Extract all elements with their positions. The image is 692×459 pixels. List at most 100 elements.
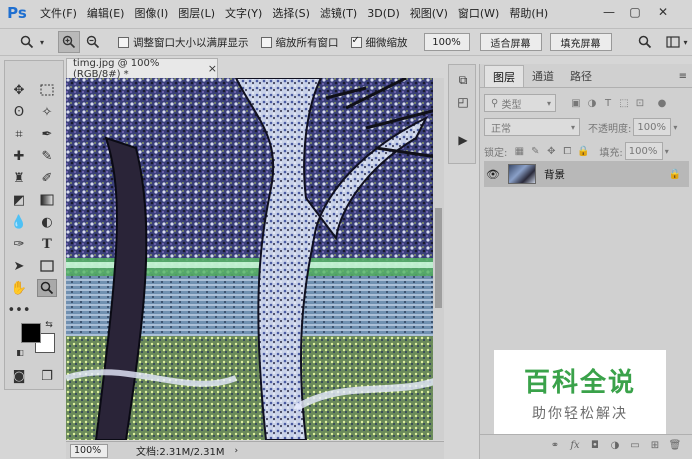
lock-artboard-icon[interactable]: ⧠	[559, 143, 575, 159]
default-colors-icon[interactable]: ◧	[15, 347, 25, 357]
magic-wand-icon[interactable]: ✧	[37, 103, 57, 121]
menu-edit[interactable]: 编辑(E)	[87, 5, 125, 21]
fit-screen-button[interactable]: 适合屏幕	[479, 33, 542, 51]
play-actions-icon[interactable]: ▶	[454, 131, 472, 149]
new-group-icon[interactable]: ▭	[625, 440, 645, 451]
more-tools-icon[interactable]: •••	[8, 301, 31, 319]
resize-windows-checkbox[interactable]	[118, 36, 130, 48]
dodge-icon[interactable]: ◐	[37, 213, 57, 231]
tab-paths[interactable]: 路径	[562, 65, 600, 87]
new-layer-icon[interactable]: ⊞	[645, 440, 665, 451]
gradient-icon[interactable]	[37, 191, 57, 209]
layer-row-background[interactable]: 👁 背景 🔒	[484, 161, 689, 187]
link-layers-icon[interactable]: ⚭	[545, 440, 565, 451]
minimize-button[interactable]: —	[598, 3, 620, 21]
fill-screen-button[interactable]: 填充屏幕	[549, 33, 612, 51]
crop-icon[interactable]: ⌗	[9, 125, 29, 143]
marquee-icon[interactable]	[37, 81, 57, 99]
lock-position-icon[interactable]: ✥	[543, 143, 559, 159]
canvas-image	[66, 78, 444, 440]
chevron-down-icon[interactable]: ▾	[40, 38, 44, 47]
vertical-scrollbar[interactable]	[433, 78, 444, 440]
menu-file[interactable]: 文件(F)	[40, 5, 77, 21]
scrollbar-thumb[interactable]	[435, 208, 442, 308]
blend-row: 正常 ▾ 不透明度: 100% ▾	[484, 118, 689, 136]
filter-kind-select[interactable]: ⚲ 类型 ▾	[484, 94, 556, 112]
fx-icon[interactable]: fx	[565, 440, 585, 451]
filter-pixel-icon[interactable]: ▣	[568, 95, 584, 111]
lock-label: 锁定:	[484, 147, 508, 159]
swap-colors-icon[interactable]: ⇆	[43, 319, 55, 331]
document-tab[interactable]: timg.jpg @ 100%(RGB/8#) * ×	[66, 58, 218, 80]
add-mask-icon[interactable]: ◘	[585, 440, 605, 451]
lock-all-icon[interactable]: 🔒	[575, 143, 591, 159]
zoom-all-checkbox[interactable]	[260, 36, 272, 48]
zoom-out-icon[interactable]	[82, 31, 104, 53]
blend-mode-value: 正常	[491, 123, 511, 135]
menu-view[interactable]: 视图(V)	[410, 5, 448, 21]
filter-adjustment-icon[interactable]: ◑	[584, 95, 600, 111]
healing-icon[interactable]: ✚	[9, 147, 29, 165]
restore-button[interactable]: ▢	[624, 3, 646, 21]
blend-mode-select[interactable]: 正常 ▾	[484, 118, 580, 136]
menu-select[interactable]: 选择(S)	[272, 5, 310, 21]
fill-field[interactable]: 100%	[624, 142, 663, 160]
panel-menu-icon[interactable]: ≡	[679, 71, 687, 82]
close-button[interactable]: ✕	[652, 3, 674, 21]
filter-type-icon[interactable]: T	[600, 95, 616, 111]
fill-chevron-icon[interactable]: ▾	[665, 147, 669, 156]
history-brush-icon[interactable]: ✐	[37, 169, 57, 187]
resize-windows-label: 调整窗口大小以满屏显示	[133, 36, 249, 49]
menu-window[interactable]: 窗口(W)	[458, 5, 499, 21]
tab-layers[interactable]: 图层	[484, 65, 524, 87]
opacity-field[interactable]: 100%	[633, 118, 672, 136]
eraser-icon[interactable]: ◩	[9, 191, 29, 209]
history-panel-icon[interactable]: ⧉	[454, 71, 472, 89]
canvas[interactable]	[66, 78, 444, 440]
delete-layer-icon[interactable]: 🗑	[665, 440, 685, 451]
menu-image[interactable]: 图像(I)	[134, 5, 168, 21]
opacity-chevron-icon[interactable]: ▾	[673, 123, 677, 132]
lasso-icon[interactable]: ʘ	[9, 103, 29, 121]
search-icon[interactable]	[634, 31, 656, 53]
eye-icon[interactable]: 👁	[484, 168, 502, 181]
zoom-value-field[interactable]: 100%	[423, 33, 470, 51]
screen-mode-icon[interactable]: ❐	[37, 367, 57, 385]
hand-icon[interactable]: ✋	[9, 279, 29, 297]
filter-smart-icon[interactable]: ⊡	[632, 95, 648, 111]
foreground-color-swatch[interactable]	[21, 323, 41, 343]
close-icon[interactable]: ×	[208, 62, 217, 75]
tools-panel: ✥ ʘ ✧ ⌗ ✒ ✚ ✎ ♜ ✐ ◩ 💧 ◐ ✑ T ➤ ✋ ••• ⇆ ◧ …	[4, 60, 64, 390]
lock-pixels-icon[interactable]: ✎	[527, 143, 543, 159]
stamp-icon[interactable]: ♜	[9, 169, 29, 187]
quick-mask-icon[interactable]: ◙	[9, 367, 29, 385]
eyedropper-icon[interactable]: ✒	[37, 125, 57, 143]
tab-channels[interactable]: 通道	[524, 65, 562, 87]
zoom-tool-preset-icon[interactable]	[16, 31, 38, 53]
filter-toggle-icon[interactable]: ●	[654, 95, 670, 111]
brush-icon[interactable]: ✎	[37, 147, 57, 165]
menu-layer[interactable]: 图层(L)	[178, 5, 215, 21]
path-select-icon[interactable]: ➤	[9, 257, 29, 275]
new-adjustment-icon[interactable]: ◑	[605, 440, 625, 451]
zoom-icon[interactable]	[37, 279, 57, 297]
status-zoom-field[interactable]: 100%	[70, 443, 108, 458]
blur-icon[interactable]: 💧	[9, 213, 29, 231]
menu-type[interactable]: 文字(Y)	[225, 5, 262, 21]
workspace-chevron-icon[interactable]: ▾	[684, 38, 688, 47]
menu-filter[interactable]: 滤镜(T)	[320, 5, 357, 21]
status-arrow-icon[interactable]: ›	[235, 446, 239, 456]
lock-icon: 🔒	[668, 168, 681, 180]
zoom-in-icon[interactable]	[58, 31, 81, 53]
lock-transparent-icon[interactable]: ▦	[511, 143, 527, 159]
menu-help[interactable]: 帮助(H)	[509, 5, 548, 21]
move-icon[interactable]: ✥	[9, 81, 29, 99]
scrubby-zoom-checkbox[interactable]	[350, 35, 362, 48]
rectangle-icon[interactable]	[37, 257, 57, 275]
filter-shape-icon[interactable]: ⬚	[616, 95, 632, 111]
type-icon[interactable]: T	[37, 235, 57, 253]
menu-3d[interactable]: 3D(D)	[367, 7, 400, 20]
workspace-icon[interactable]	[662, 31, 684, 53]
properties-panel-icon[interactable]: ◰	[454, 93, 472, 111]
pen-icon[interactable]: ✑	[9, 235, 29, 253]
